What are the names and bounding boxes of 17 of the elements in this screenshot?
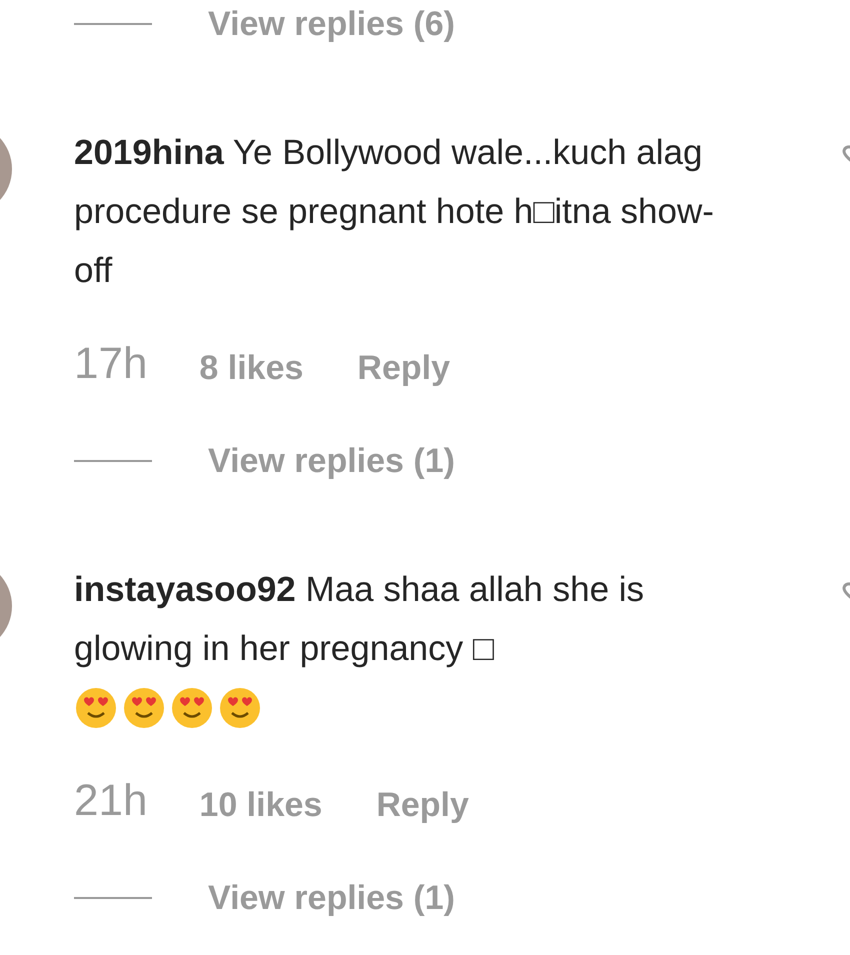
comment-text: 2019hina Ye Bollywood wale...kuch alag procedure se pregnant hote h□itna show-off — [74, 132, 715, 292]
heart-eyes-emoji-icon — [74, 686, 118, 730]
username-link[interactable]: instayasoo92 — [74, 570, 296, 609]
likes-count[interactable]: 10 likes — [199, 785, 322, 825]
heart-eyes-emoji-icon — [170, 686, 214, 730]
reply-button[interactable]: Reply — [357, 348, 450, 388]
comment-text: instayasoo92 Maa shaa allah she is glowing in her pregnancy □ — [74, 569, 646, 670]
heart-eyes-emoji-icon — [218, 686, 262, 730]
view-replies-link[interactable]: View replies (6) — [208, 0, 455, 50]
view-replies-link[interactable]: View replies (1) — [208, 436, 455, 486]
timestamp: 17h — [74, 340, 148, 388]
heart-eyes-emoji-icon — [122, 686, 166, 730]
view-replies-link[interactable]: View replies (1) — [208, 872, 455, 924]
username-link[interactable]: 2019hina — [74, 133, 224, 172]
likes-count[interactable]: 8 likes — [199, 348, 304, 388]
reply-button[interactable]: Reply — [376, 785, 469, 825]
timestamp: 21h — [74, 777, 148, 825]
